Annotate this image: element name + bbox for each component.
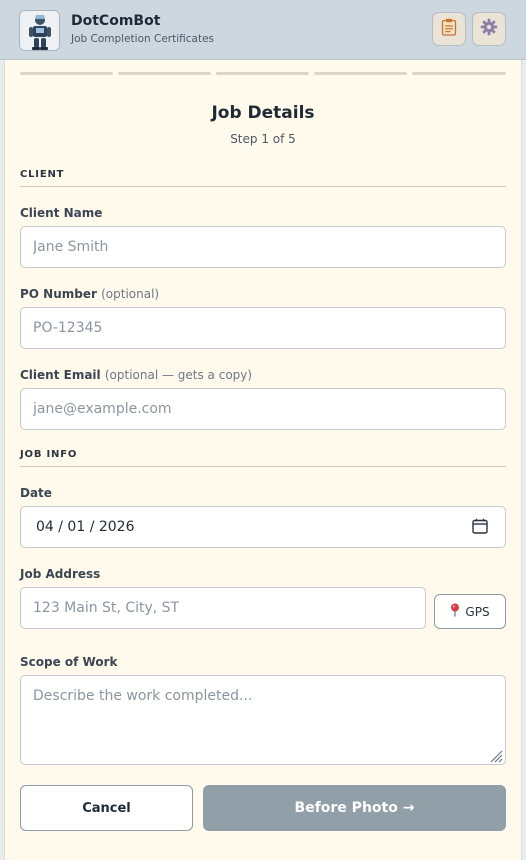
progress-segment-5 — [412, 72, 506, 75]
progress-segment-1 — [20, 72, 113, 75]
po-number-input[interactable] — [20, 307, 506, 349]
optional-hint: (optional — gets a copy) — [104, 368, 253, 382]
po-number-label-text: PO Number — [20, 287, 97, 301]
client-name-label: Client Name — [20, 206, 102, 220]
step-indicator: Step 1 of 5 — [230, 132, 296, 146]
po-number-label: PO Number (optional) — [20, 287, 159, 301]
section-heading-job-info: JOB INFO — [20, 449, 78, 460]
next-before-photo-button[interactable]: Before Photo → — [203, 785, 506, 831]
gear-icon — [480, 18, 498, 40]
section-heading-client: CLIENT — [20, 169, 65, 180]
progress-segment-2 — [118, 72, 211, 75]
settings-button[interactable] — [472, 12, 506, 46]
optional-hint: (optional) — [101, 287, 160, 301]
job-address-label: Job Address — [20, 567, 100, 581]
clipboard-icon — [441, 18, 457, 40]
section-divider — [20, 466, 506, 467]
app-header: DotComBot Job Completion Certificates — [0, 0, 526, 60]
date-value: 04 / 01 / 2026 — [36, 519, 135, 535]
scope-label-text: Scope of Work — [20, 655, 118, 669]
progress-segment-4 — [314, 72, 407, 75]
step-title: Job Details — [211, 103, 315, 123]
client-name-input[interactable] — [20, 226, 506, 268]
app-title: DotComBot — [71, 13, 161, 29]
job-address-input[interactable] — [20, 587, 426, 629]
app-subtitle: Job Completion Certificates — [71, 33, 215, 45]
client-email-input[interactable] — [20, 388, 506, 430]
section-divider — [20, 186, 506, 187]
calendar-icon[interactable] — [472, 518, 488, 538]
resize-handle-icon[interactable] — [489, 748, 503, 767]
progress-segment-3 — [216, 72, 309, 75]
gps-button[interactable]: GPS — [434, 594, 506, 629]
certificates-button[interactable] — [432, 12, 466, 46]
job-address-label-text: Job Address — [20, 567, 101, 581]
map-pin-icon — [450, 603, 460, 620]
client-email-label: Client Email (optional — gets a copy) — [20, 368, 252, 382]
scope-label: Scope of Work — [20, 655, 118, 669]
robot-icon — [19, 10, 60, 51]
date-label: Date — [20, 486, 52, 500]
cancel-button[interactable]: Cancel — [20, 785, 193, 831]
gps-button-label: GPS — [465, 604, 490, 619]
client-email-label-text: Client Email — [20, 368, 101, 382]
scope-of-work-textarea[interactable] — [20, 675, 506, 765]
date-label-text: Date — [20, 486, 52, 500]
client-name-label-text: Client Name — [20, 206, 103, 220]
